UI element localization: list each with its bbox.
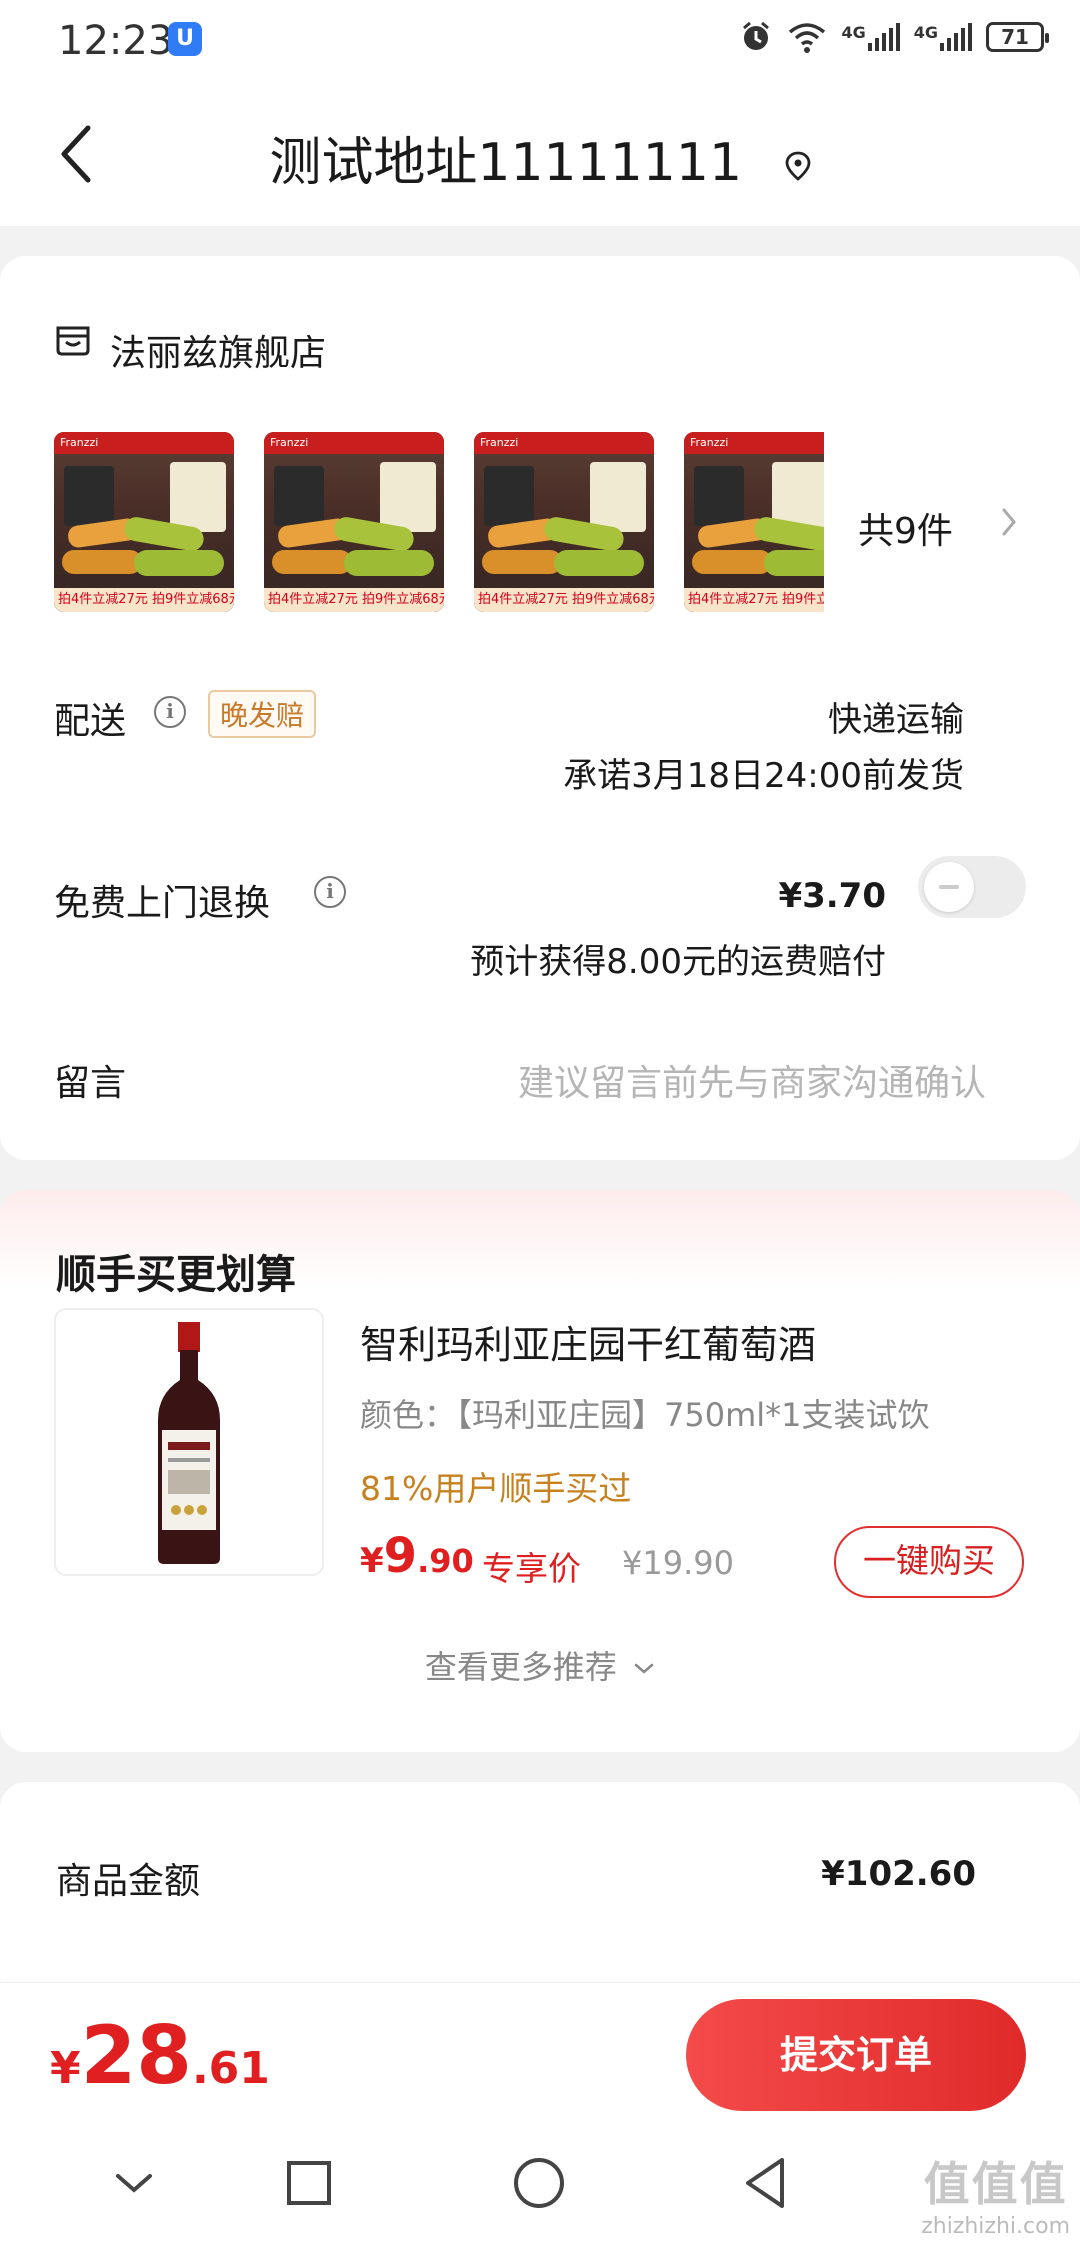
app-notification-icon: U — [168, 22, 202, 56]
thumb-promo: 拍4件立减27元 拍9件立减68元 — [474, 588, 654, 612]
status-indicators: 4G 4G 71 — [739, 20, 1049, 54]
submit-order-button[interactable]: 提交订单 — [686, 1999, 1026, 2111]
chevron-right-icon[interactable] — [1000, 504, 1020, 540]
exclusive-price-tag: 专享价 — [482, 1549, 581, 1588]
info-icon[interactable]: i — [154, 696, 186, 728]
nav-hide-icon[interactable] — [112, 2168, 156, 2198]
battery-icon: 71 — [986, 22, 1049, 52]
header: 测试地址11111111 — [0, 84, 1080, 226]
alarm-icon — [743, 21, 770, 50]
thumb-promo: 拍4件立减27元 拍9件立减68元 — [684, 588, 824, 612]
thumb-brand: Franzzi — [684, 432, 824, 454]
status-bar: 12:23 U 4G 4G 71 — [0, 0, 1080, 84]
return-service-note: 预计获得8.00元的运费赔付 — [470, 942, 886, 982]
thumb-promo: 拍4件立减27元 拍9件立减68元 — [264, 588, 444, 612]
recommend-card: 顺手买更划算 智利玛利亚庄园干红葡萄酒 颜色：【玛利亚庄园】750ml*1支装试… — [0, 1190, 1080, 1752]
page-title[interactable]: 测试地址11111111 — [269, 133, 742, 193]
info-icon[interactable]: i — [314, 876, 346, 908]
recommend-title: 顺手买更划算 — [56, 1252, 296, 1298]
thumb-brand: Franzzi — [54, 432, 234, 454]
total-price: ¥28.61 — [50, 2009, 270, 2102]
nav-back-icon[interactable] — [742, 2156, 788, 2210]
goods-amount-label: 商品金额 — [56, 1861, 201, 1902]
shipping-promise: 承诺3月18日24:00前发货 — [563, 756, 964, 796]
thumb-brand: Franzzi — [264, 432, 444, 454]
recommend-item-spec: 颜色：【玛利亚庄园】750ml*1支装试饮 — [360, 1396, 930, 1434]
one-click-buy-button[interactable]: 一键购买 — [834, 1526, 1024, 1598]
nav-recents-icon[interactable] — [286, 2160, 332, 2206]
recommend-item-name[interactable]: 智利玛利亚庄园干红葡萄酒 — [360, 1314, 816, 1369]
store-name[interactable]: 法丽兹旗舰店 — [110, 324, 326, 376]
original-price: ¥19.90 — [622, 1544, 734, 1582]
message-input[interactable]: 建议留言前先与商家沟通确认 — [518, 1054, 986, 1106]
message-label: 留言 — [54, 1063, 127, 1104]
location-pin-icon[interactable] — [785, 151, 811, 181]
recommend-item-price: ¥9.90 — [360, 1528, 474, 1584]
watermark-logo: 值值值 — [923, 2157, 1068, 2211]
wine-bottle-icon — [158, 1322, 220, 1564]
total-symbol: ¥ — [50, 2043, 81, 2094]
wine-bottle-image[interactable] — [54, 1308, 324, 1576]
product-thumb[interactable]: Franzzi 拍4件立减27元 拍9件立减68元 — [684, 432, 824, 612]
network-1-label: 4G — [841, 23, 866, 42]
watermark-url: zhizhizhi.com — [921, 2214, 1070, 2239]
delivery-label: 配送 — [54, 701, 127, 742]
total-integer: 28 — [80, 2009, 192, 2102]
wifi-icon — [789, 23, 826, 53]
return-service-toggle[interactable] — [918, 856, 1026, 918]
store-icon — [56, 326, 90, 356]
recommend-item-percent: 81%用户顺手买过 — [360, 1469, 632, 1508]
chevron-down-icon — [634, 1663, 654, 1674]
network-2-label: 4G — [913, 23, 938, 42]
return-service-label: 免费上门退换 — [54, 883, 271, 924]
system-nav-bar: 值值值 zhizhizhi.com — [0, 2124, 1080, 2244]
amount-card: 商品金额 ¥102.60 — [0, 1782, 1080, 2002]
late-shipping-badge: 晚发赔 — [208, 690, 317, 738]
product-thumb[interactable]: Franzzi 拍4件立减27元 拍9件立减68元 — [474, 432, 654, 612]
more-recommend-label: 查看更多推荐 — [424, 1648, 617, 1686]
item-count[interactable]: 共9件 — [858, 502, 953, 554]
price-decimal: .90 — [417, 1542, 474, 1580]
return-service-price: ¥3.70 — [778, 876, 886, 916]
product-thumb[interactable]: Franzzi 拍4件立减27元 拍9件立减68元 — [54, 432, 234, 612]
price-integer: 9 — [383, 1528, 418, 1584]
more-recommend-link[interactable]: 查看更多推荐 — [0, 1642, 1080, 1688]
thumb-promo: 拍4件立减27元 拍9件立减68元 — [54, 588, 234, 612]
product-thumb[interactable]: Franzzi 拍4件立减27元 拍9件立减68元 — [264, 432, 444, 612]
price-symbol: ¥ — [360, 1541, 384, 1581]
signal-1-icon: 4G — [841, 23, 900, 51]
goods-amount-value: ¥102.60 — [821, 1854, 976, 1894]
watermark: 值值值 zhizhizhi.com — [921, 2148, 1070, 2239]
nav-home-icon[interactable] — [512, 2156, 566, 2210]
total-decimal: .61 — [191, 2043, 270, 2094]
address-title[interactable]: 测试地址11111111 — [0, 120, 1080, 195]
signal-2-icon: 4G — [914, 23, 972, 51]
status-time: 12:23 — [58, 18, 174, 64]
checkout-bar: ¥28.61 提交订单 — [0, 1982, 1080, 2124]
delivery-method[interactable]: 快递运输 — [828, 692, 964, 741]
thumb-brand: Franzzi — [474, 432, 654, 454]
